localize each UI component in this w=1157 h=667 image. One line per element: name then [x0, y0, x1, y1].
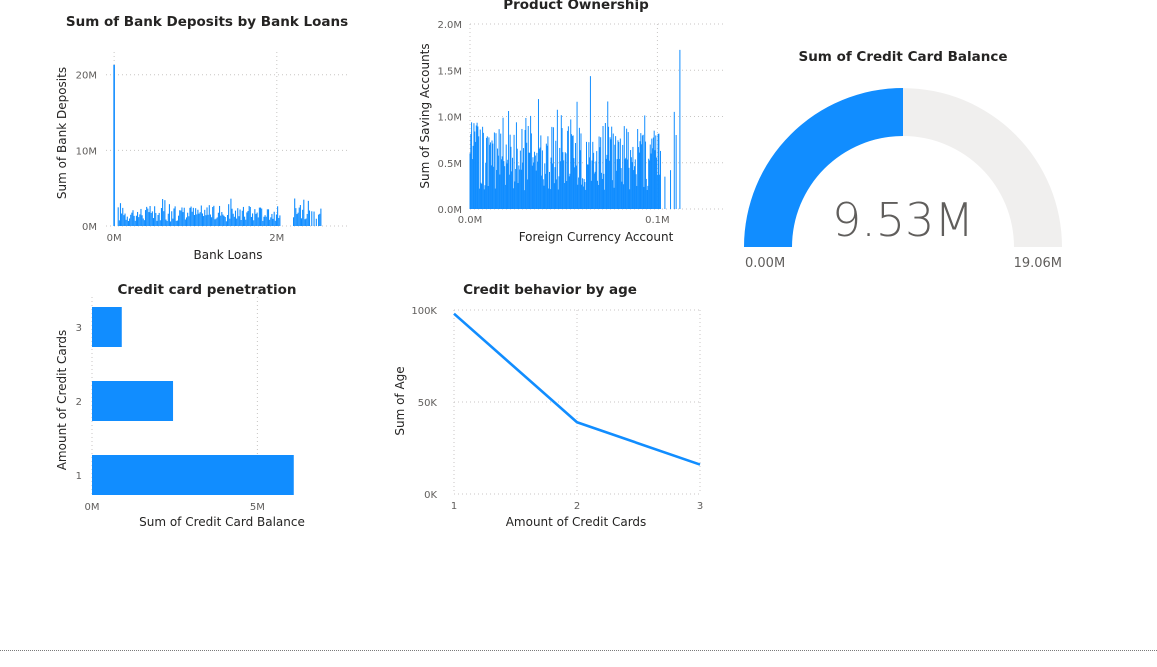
chart-title: Sum of Bank Deposits by Bank Loans [66, 14, 348, 30]
credit-card-penetration-chart[interactable]: Credit card penetration Sum of Credit Ca… [0, 275, 360, 535]
x-axis-label: Amount of Credit Cards [506, 515, 647, 529]
bar[interactable] [92, 307, 122, 347]
y-tick-label: 1 [76, 471, 82, 482]
x-tick-label: 0.1M [645, 215, 670, 226]
series-line[interactable] [453, 312, 701, 466]
y-tick-label: 1.5M [437, 66, 462, 77]
gauge-value: 9.53M [832, 193, 974, 247]
x-tick-label: 5M [250, 502, 265, 513]
bar[interactable] [92, 455, 294, 495]
y-axis-label: Sum of Age [393, 366, 407, 435]
bank-deposits-chart[interactable]: Sum of Bank Deposits by Bank Loans Bank … [0, 0, 360, 270]
chart-title: Sum of Credit Card Balance [798, 49, 1007, 65]
y-tick-label: 0M [82, 222, 97, 233]
y-tick-label: 50K [418, 398, 438, 409]
x-tick-label: 3 [697, 501, 703, 512]
chart-title: Credit card penetration [117, 282, 296, 298]
chart-title: Credit behavior by age [463, 282, 637, 298]
bar[interactable] [92, 381, 174, 421]
x-axis-label: Sum of Credit Card Balance [139, 515, 305, 529]
credit-behavior-by-age-chart[interactable]: Credit behavior by age Amount of Credit … [380, 275, 730, 535]
chart-title: Product Ownership [503, 0, 649, 13]
y-axis-label: Sum of Bank Deposits [55, 67, 69, 199]
y-tick-label: 2.0M [437, 20, 462, 31]
y-tick-label: 0K [424, 490, 437, 501]
y-tick-label: 1.0M [437, 113, 462, 124]
x-axis-label: Bank Loans [194, 248, 263, 262]
x-tick-label: 1 [451, 501, 457, 512]
x-axis-label: Foreign Currency Account [519, 230, 674, 244]
y-tick-label: 0.5M [437, 159, 462, 170]
y-axis-label: Sum of Saving Accounts [418, 43, 432, 188]
y-tick-label: 10M [76, 146, 97, 157]
page-boundary-line [0, 650, 1157, 651]
y-tick-label: 3 [76, 323, 82, 334]
credit-card-balance-gauge[interactable]: Sum of Credit Card Balance 9.53M 0.00M 1… [730, 40, 1080, 280]
y-axis-label: Amount of Credit Cards [55, 330, 69, 471]
x-tick-label: 0M [85, 502, 100, 513]
gauge-max-label: 19.06M [1014, 256, 1062, 271]
x-tick-label: 2M [269, 233, 284, 244]
y-tick-label: 20M [76, 71, 97, 82]
x-tick-label: 0M [107, 233, 122, 244]
y-tick-label: 100K [411, 306, 437, 317]
gauge-min-label: 0.00M [745, 256, 785, 271]
x-tick-label: 0.0M [458, 215, 483, 226]
y-tick-label: 2 [76, 397, 82, 408]
product-ownership-chart[interactable]: Product Ownership Foreign Currency Accou… [400, 0, 740, 270]
x-tick-label: 2 [574, 501, 580, 512]
